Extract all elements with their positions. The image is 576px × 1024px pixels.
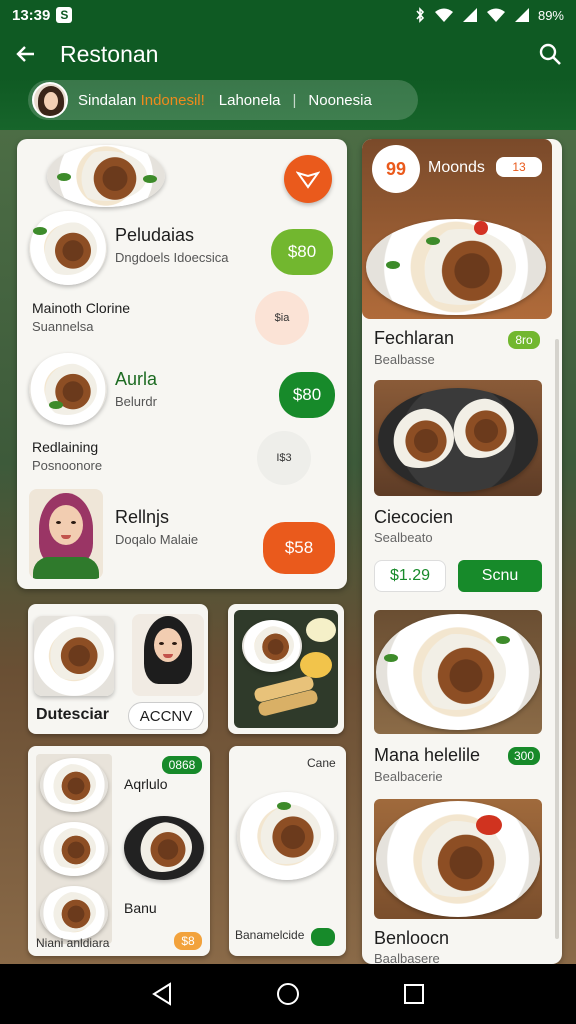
info-badge[interactable]: $ia <box>255 291 309 345</box>
food-photo[interactable] <box>374 610 542 734</box>
chip-item-2: Lahonela <box>218 91 281 109</box>
navigation-bar <box>0 964 576 1024</box>
favorite-button[interactable] <box>284 155 332 203</box>
signal-icon-2 <box>514 8 529 22</box>
item-label: Redlaining <box>32 439 99 455</box>
item-subtitle: Sealbeato <box>374 530 433 545</box>
food-plate-image <box>29 353 107 425</box>
combo-footer: Niani anldiara <box>36 936 110 950</box>
hero-title: Moonds <box>428 159 485 176</box>
status-bar: 13:39 S 89% <box>0 0 576 30</box>
item-title: Benloocn <box>374 928 450 948</box>
food-photo[interactable] <box>374 380 542 496</box>
dish-card[interactable]: Cane Banamelcide <box>229 746 346 956</box>
price-button[interactable]: $58 <box>263 522 335 574</box>
chip-item-3: Noonesia <box>308 91 372 109</box>
scrollbar[interactable] <box>555 339 559 939</box>
price-circle: 99 <box>372 145 420 193</box>
chip-highlight: Indonesil! <box>140 91 205 109</box>
dish-tag <box>311 928 335 946</box>
item-tag: 300 <box>508 747 540 765</box>
item-subtitle: Belurdr <box>115 394 157 409</box>
item-subtitle: Bealbasse <box>374 352 435 367</box>
item-title: Rellnjs <box>115 507 170 527</box>
home-icon[interactable] <box>276 982 300 1006</box>
back-arrow-icon[interactable] <box>14 42 38 66</box>
item-tag: 8ro <box>508 331 540 349</box>
combo-tag: $8 <box>174 932 202 950</box>
promo-card[interactable]: Dutesciar ACCNV <box>28 604 208 734</box>
combo-badge: 0868 <box>162 756 202 774</box>
combo-card[interactable]: 0868 Aqrlulo Banu Niani anldiara $8 <box>28 746 210 956</box>
item-label-sub: Suannelsa <box>32 319 94 334</box>
recents-icon[interactable] <box>403 983 425 1005</box>
location-chip[interactable]: Sindalan Indonesil! Lahonela | Noonesia <box>28 80 418 120</box>
hero-tag: 13 <box>496 157 542 177</box>
search-icon[interactable] <box>538 42 562 66</box>
food-card[interactable] <box>228 604 344 734</box>
avatar <box>32 82 68 118</box>
price-button[interactable]: $80 <box>279 372 335 418</box>
price-button[interactable]: $80 <box>271 229 333 275</box>
chip-separator: | <box>292 91 297 109</box>
dish-title: Cane <box>307 756 336 770</box>
app-bar: Restonan <box>0 30 576 78</box>
heart-icon <box>296 171 320 189</box>
item-subtitle: Doqalo Malaie <box>115 532 199 547</box>
food-plate-image <box>47 145 165 207</box>
item-title: Fechlaran <box>374 328 455 348</box>
combo-label: Banu <box>124 900 157 916</box>
profile-illustration <box>29 489 103 579</box>
item-subtitle: Baalbasere <box>374 951 440 964</box>
chip-prefix: Sindalan <box>78 91 137 109</box>
signal-icon <box>462 8 477 22</box>
featured-list: 99 Moonds 13 Fechlaran Bealbasse 8ro Cie… <box>362 139 562 964</box>
menu-card: Peludaias Dngdoels Idoecsica $80 Mainoth… <box>17 139 347 589</box>
hero-food-photo[interactable]: 99 Moonds 13 <box>362 139 552 319</box>
status-time: 13:39 <box>12 6 51 24</box>
item-label-sub: Posnoonore <box>32 458 103 473</box>
price-tag: $1.29 <box>374 560 446 592</box>
item-subtitle: Dngdoels Idoecsica <box>115 250 229 265</box>
chip-row: Sindalan Indonesil! Lahonela | Noonesia <box>0 78 576 130</box>
battery-text: 89% <box>537 7 564 23</box>
page-title: Restonan <box>60 40 159 67</box>
item-title: Ciecocien <box>374 507 454 527</box>
combo-title: Aqrlulo <box>124 776 168 792</box>
item-title: Mana helelile <box>374 745 481 765</box>
back-icon[interactable] <box>151 982 173 1006</box>
item-label: Mainoth Clorine <box>32 300 131 316</box>
bluetooth-icon <box>416 7 425 23</box>
item-title: Peludaias <box>115 225 195 245</box>
add-button[interactable]: Scnu <box>458 560 542 592</box>
dish-footer: Banamelcide <box>235 928 305 942</box>
wifi-icon <box>434 8 453 22</box>
promo-label: Dutesciar <box>36 706 109 723</box>
wifi-icon-2 <box>486 8 505 22</box>
promo-button[interactable]: ACCNV <box>128 702 204 730</box>
notification-badge: S <box>56 7 73 23</box>
food-plate-image <box>29 211 107 285</box>
item-subtitle: Bealbacerie <box>374 769 443 784</box>
info-badge[interactable]: I$3 <box>257 431 311 485</box>
item-title: Aurla <box>115 369 158 389</box>
food-photo <box>234 610 338 728</box>
food-photo[interactable] <box>374 799 542 919</box>
